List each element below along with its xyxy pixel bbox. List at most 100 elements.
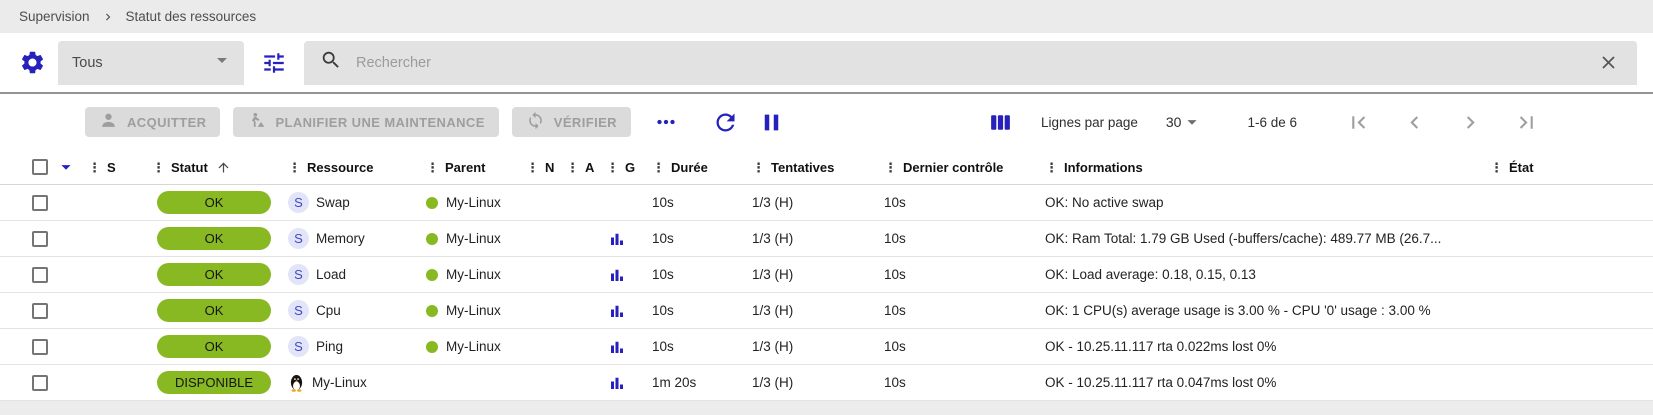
row-checkbox[interactable] — [32, 303, 48, 319]
column-header-status[interactable]: ⋮ Statut — [152, 150, 288, 184]
breadcrumb-supervision[interactable]: Supervision — [19, 9, 90, 24]
parent-status-dot — [426, 305, 438, 317]
drag-handle-icon[interactable]: ⋮ — [152, 161, 165, 174]
resource-name[interactable]: Memory — [316, 231, 365, 246]
table-row[interactable]: OK S Memory My-Linux 10s 1/3 (H) 10s OK:… — [0, 221, 1653, 257]
downtime-label: PLANIFIER UNE MAINTENANCE — [275, 115, 484, 130]
performance-graph-icon[interactable] — [606, 264, 628, 286]
column-header-information[interactable]: ⋮ Informations — [1042, 150, 1480, 184]
performance-graph-icon[interactable] — [606, 300, 628, 322]
drag-handle-icon[interactable]: ⋮ — [566, 161, 579, 174]
next-page-icon[interactable] — [1453, 107, 1487, 137]
drag-handle-icon[interactable]: ⋮ — [884, 161, 897, 174]
breadcrumb-resource-status[interactable]: Statut des ressources — [126, 9, 257, 24]
tries-cell: 1/3 (H) — [746, 221, 878, 256]
column-header-state[interactable]: ⋮ État — [1480, 150, 1653, 184]
more-actions-icon[interactable] — [649, 107, 683, 137]
row-checkbox[interactable] — [32, 267, 48, 283]
column-header-notes[interactable]: ⋮ N — [526, 150, 566, 184]
table-row[interactable]: OK S Ping My-Linux 10s 1/3 (H) 10s OK - … — [0, 329, 1653, 365]
search-icon — [320, 49, 342, 76]
resource-name[interactable]: Cpu — [316, 303, 341, 318]
parent-status-dot — [426, 341, 438, 353]
select-all-caret-icon[interactable] — [55, 156, 77, 178]
service-icon: S — [288, 192, 309, 213]
table-row[interactable]: OK S Load My-Linux 10s 1/3 (H) 10s OK: L… — [0, 257, 1653, 293]
resource-name[interactable]: Ping — [316, 339, 343, 354]
search-field[interactable] — [304, 41, 1637, 85]
last-check-cell: 10s — [878, 257, 1042, 292]
rows-per-page-value: 30 — [1166, 114, 1182, 130]
row-checkbox[interactable] — [32, 375, 48, 391]
drag-handle-icon[interactable]: ⋮ — [426, 161, 439, 174]
duration-cell: 10s — [646, 185, 746, 220]
refresh-icon[interactable] — [709, 107, 743, 137]
drag-handle-icon[interactable]: ⋮ — [88, 161, 101, 174]
listing-toolbar: ACQUITTER PLANIFIER UNE MAINTENANCE VÉRI… — [0, 94, 1653, 150]
edit-columns-icon[interactable] — [985, 107, 1015, 137]
select-all-checkbox[interactable] — [32, 159, 48, 175]
parent-name[interactable]: My-Linux — [446, 267, 501, 282]
search-input[interactable] — [356, 55, 1591, 71]
table-row[interactable]: DISPONIBLE My-Linux 1m 20s 1/3 (H) 10s O… — [0, 365, 1653, 401]
parent-name[interactable]: My-Linux — [446, 231, 501, 246]
last-check-cell: 10s — [878, 293, 1042, 328]
column-header-parent[interactable]: ⋮ Parent — [426, 150, 526, 184]
duration-cell: 10s — [646, 329, 746, 364]
column-header-action[interactable]: ⋮ A — [566, 150, 606, 184]
information-cell: OK: 1 CPU(s) average usage is 3.00 % - C… — [1042, 293, 1480, 328]
resource-name[interactable]: My-Linux — [312, 375, 367, 390]
column-header-last-check[interactable]: ⋮ Dernier contrôle — [878, 150, 1042, 184]
parent-name[interactable]: My-Linux — [446, 339, 501, 354]
performance-graph-icon[interactable] — [606, 372, 628, 394]
parent-name[interactable]: My-Linux — [446, 195, 501, 210]
column-header-resource[interactable]: ⋮ Ressource — [288, 150, 426, 184]
drag-handle-icon[interactable]: ⋮ — [752, 161, 765, 174]
breadcrumb: Supervision Statut des ressources — [0, 0, 1653, 33]
drag-handle-icon[interactable]: ⋮ — [1045, 161, 1058, 174]
tries-cell: 1/3 (H) — [746, 329, 878, 364]
settings-gear-icon[interactable] — [12, 43, 52, 83]
parent-name[interactable]: My-Linux — [446, 303, 501, 318]
duration-cell: 10s — [646, 293, 746, 328]
previous-page-icon[interactable] — [1397, 107, 1431, 137]
row-checkbox[interactable] — [32, 195, 48, 211]
sort-asc-arrow-icon — [216, 160, 231, 175]
drag-handle-icon[interactable]: ⋮ — [652, 161, 665, 174]
resource-name[interactable]: Swap — [316, 195, 350, 210]
row-checkbox[interactable] — [32, 231, 48, 247]
drag-handle-icon[interactable]: ⋮ — [288, 161, 301, 174]
column-header-tries[interactable]: ⋮ Tentatives — [746, 150, 878, 184]
resource-name[interactable]: Load — [316, 267, 346, 282]
advanced-filters-tune-icon[interactable] — [252, 41, 296, 85]
performance-graph-icon[interactable] — [606, 336, 628, 358]
parent-status-dot — [426, 233, 438, 245]
first-page-icon[interactable] — [1341, 107, 1375, 137]
drag-handle-icon[interactable]: ⋮ — [1490, 161, 1503, 174]
column-header-graph[interactable]: ⋮ G — [606, 150, 646, 184]
table-row[interactable]: OK S Cpu My-Linux 10s 1/3 (H) 10s OK: 1 … — [0, 293, 1653, 329]
table-row[interactable]: OK S Swap My-Linux 10s 1/3 (H) 10s OK: N… — [0, 185, 1653, 221]
last-page-icon[interactable] — [1509, 107, 1543, 137]
column-header-duration[interactable]: ⋮ Durée — [646, 150, 746, 184]
clear-search-icon[interactable] — [1591, 46, 1625, 80]
acknowledge-button[interactable]: ACQUITTER — [85, 107, 220, 137]
resource-listing: ACQUITTER PLANIFIER UNE MAINTENANCE VÉRI… — [0, 94, 1653, 401]
set-downtime-button[interactable]: PLANIFIER UNE MAINTENANCE — [233, 107, 498, 137]
performance-graph-icon[interactable] — [606, 228, 628, 250]
drag-handle-icon[interactable]: ⋮ — [526, 161, 539, 174]
column-header-severity[interactable]: ⋮ S — [88, 150, 152, 184]
tries-cell: 1/3 (H) — [746, 185, 878, 220]
rows-per-page-select[interactable]: 30 — [1166, 111, 1204, 133]
drag-handle-icon[interactable]: ⋮ — [606, 161, 619, 174]
filter-preset-select[interactable]: Tous — [58, 41, 244, 85]
parent-status-dot — [426, 269, 438, 281]
pause-autorefresh-icon[interactable] — [755, 107, 789, 137]
row-checkbox[interactable] — [32, 339, 48, 355]
person-icon — [99, 111, 118, 133]
filter-bar: Tous — [0, 33, 1653, 92]
check-button[interactable]: VÉRIFIER — [512, 107, 631, 137]
service-icon: S — [288, 300, 309, 321]
last-check-cell: 10s — [878, 365, 1042, 400]
status-badge: OK — [157, 299, 271, 322]
